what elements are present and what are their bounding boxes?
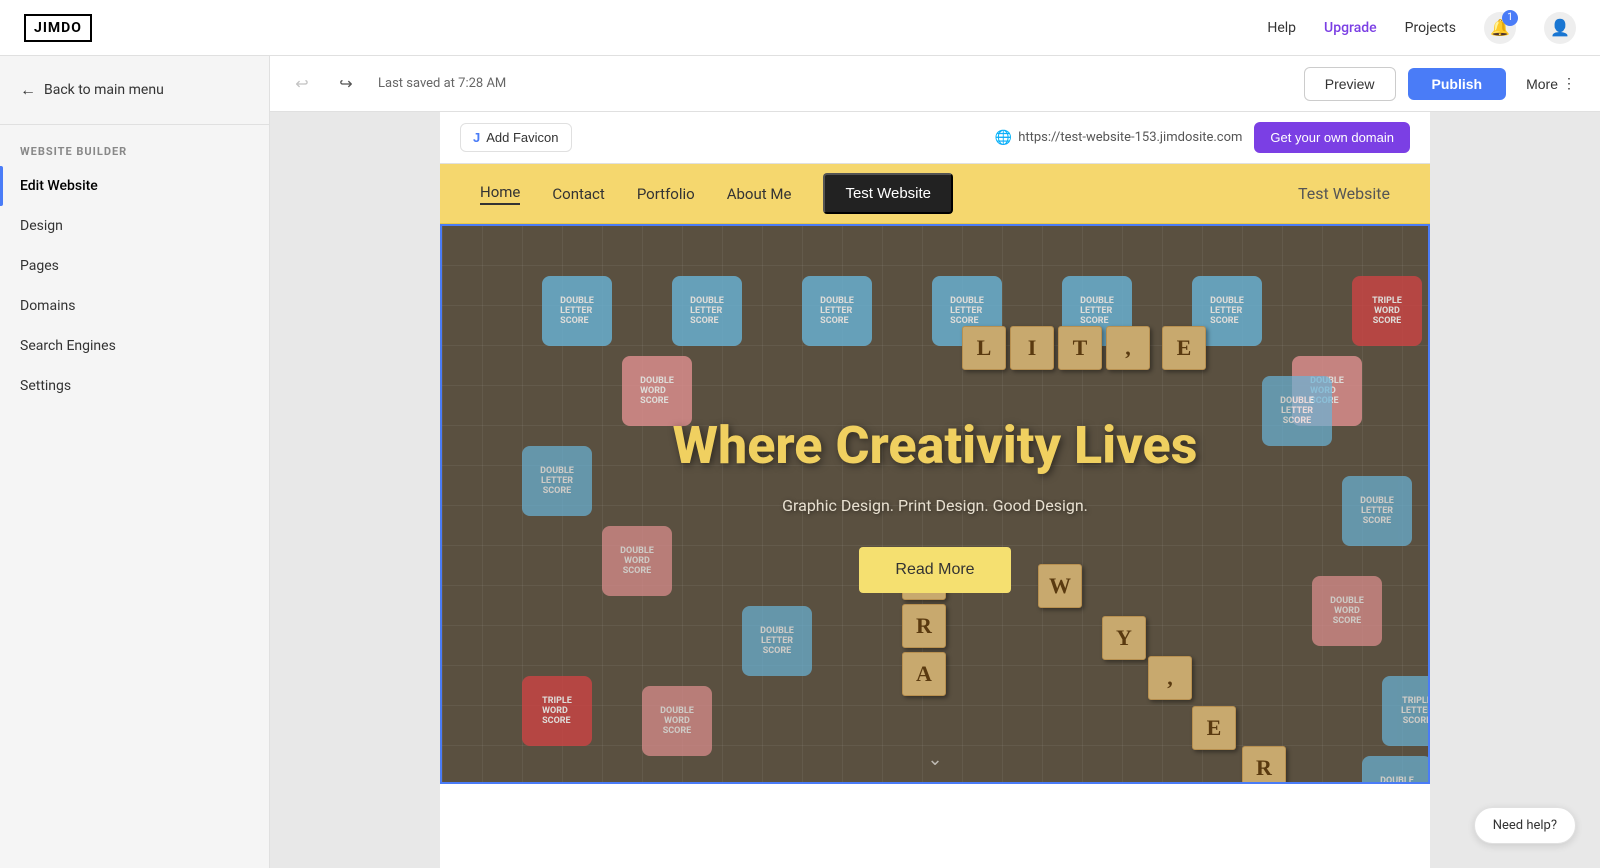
site-nav-contact[interactable]: Contact: [552, 185, 604, 203]
get-domain-button[interactable]: Get your own domain: [1254, 122, 1410, 153]
upgrade-link[interactable]: Upgrade: [1324, 20, 1377, 36]
add-favicon-button[interactable]: J Add Favicon: [460, 123, 572, 152]
notification-badge: 1: [1502, 10, 1518, 26]
sidebar: ← Back to main menu WEBSITE BUILDER Edit…: [0, 56, 270, 868]
sidebar-item-edit-website[interactable]: Edit Website: [0, 166, 269, 206]
top-nav: Help Upgrade Projects 🔔 1 👤: [1267, 12, 1576, 44]
back-arrow-icon: ←: [20, 80, 36, 100]
jimdo-logo: JIMDO: [24, 14, 92, 42]
tile-double-word-4: DOUBLEWORDSCORE: [642, 686, 712, 756]
sidebar-item-settings[interactable]: Settings: [0, 366, 269, 406]
jimdo-j-icon: J: [473, 130, 480, 145]
projects-link[interactable]: Projects: [1405, 20, 1456, 36]
tile-triple-word-2: TRIPLEWORDSCORE: [1352, 276, 1422, 346]
site-brand-title: Test Website: [1298, 184, 1390, 203]
sidebar-item-search-engines[interactable]: Search Engines: [0, 326, 269, 366]
tile-double-letter-1: DOUBLELETTERSCORE: [542, 276, 612, 346]
site-nav-links: Home Contact Portfolio About Me Test Web…: [480, 173, 953, 214]
tile-double-letter-11: DOUBLELETTERSCORE: [1362, 756, 1428, 782]
hero-title: Where Creativity Lives: [673, 415, 1198, 476]
tile-double-letter-9: DOUBLELETTERSCORE: [1262, 376, 1332, 446]
site-nav-home[interactable]: Home: [480, 183, 520, 205]
publish-button[interactable]: Publish: [1408, 68, 1507, 100]
top-header: JIMDO Help Upgrade Projects 🔔 1 👤: [0, 0, 1600, 56]
help-link[interactable]: Help: [1267, 20, 1296, 36]
redo-button[interactable]: ↪: [330, 68, 362, 100]
sidebar-section-label: WEBSITE BUILDER: [0, 125, 269, 166]
back-label: Back to main menu: [44, 82, 164, 98]
hero-read-more-button[interactable]: Read More: [859, 547, 1010, 593]
more-button[interactable]: More ⋮: [1518, 67, 1584, 100]
main-layout: ← Back to main menu WEBSITE BUILDER Edit…: [0, 56, 1600, 868]
globe-icon: 🌐: [995, 130, 1012, 146]
sidebar-item-design[interactable]: Design: [0, 206, 269, 246]
scroll-indicator: ⌄: [927, 749, 942, 770]
saved-status: Last saved at 7:28 AM: [378, 76, 1292, 91]
hero-section[interactable]: 👁 🏷 ⧉ ⋮ DOUBLELETTERSCORE DOUBLELETTERSC…: [440, 224, 1430, 784]
notifications-button[interactable]: 🔔 1: [1484, 12, 1516, 44]
hero-content: Where Creativity Lives Graphic Design. P…: [633, 355, 1238, 653]
tile-double-letter-10: DOUBLELETTERSCORE: [1342, 476, 1412, 546]
domain-url: 🌐 https://test-website-153.jimdosite.com: [995, 130, 1243, 146]
tile-triple-letter-1: TRIPLELETTERSCORE: [1382, 676, 1428, 746]
editor-area: ↩ ↪ Last saved at 7:28 AM Preview Publis…: [270, 56, 1600, 868]
need-help-button[interactable]: Need help?: [1474, 807, 1576, 844]
site-nav-cta-button[interactable]: Test Website: [823, 173, 953, 214]
tile-triple-word-1: TRIPLEWORDSCORE: [522, 676, 592, 746]
hero-subtitle: Graphic Design. Print Design. Good Desig…: [673, 496, 1198, 515]
sidebar-item-pages[interactable]: Pages: [0, 246, 269, 286]
website-frame: J Add Favicon 🌐 https://test-website-153…: [440, 112, 1430, 868]
more-icon: ⋮: [1562, 75, 1576, 92]
site-nav: Home Contact Portfolio About Me Test Web…: [440, 164, 1430, 224]
site-nav-portfolio[interactable]: Portfolio: [637, 185, 695, 203]
letter-tile-a2: A: [902, 652, 946, 696]
preview-button[interactable]: Preview: [1304, 67, 1396, 101]
tile-double-letter-7: DOUBLELETTERSCORE: [522, 446, 592, 516]
domain-right: 🌐 https://test-website-153.jimdosite.com…: [995, 122, 1410, 153]
undo-button[interactable]: ↩: [286, 68, 318, 100]
tile-double-letter-2: DOUBLELETTERSCORE: [672, 276, 742, 346]
tile-double-word-5: DOUBLEWORDSCORE: [1312, 576, 1382, 646]
editor-toolbar: ↩ ↪ Last saved at 7:28 AM Preview Publis…: [270, 56, 1600, 112]
site-nav-about[interactable]: About Me: [727, 185, 792, 203]
domain-bar: J Add Favicon 🌐 https://test-website-153…: [440, 112, 1430, 164]
user-avatar[interactable]: 👤: [1544, 12, 1576, 44]
back-to-main-menu-button[interactable]: ← Back to main menu: [0, 56, 269, 125]
letter-tile-comma2: ,: [1148, 656, 1192, 700]
letter-tile-r3: R: [1242, 746, 1286, 782]
sidebar-item-domains[interactable]: Domains: [0, 286, 269, 326]
preview-area: J Add Favicon 🌐 https://test-website-153…: [270, 112, 1600, 868]
tile-double-letter-3: DOUBLELETTERSCORE: [802, 276, 872, 346]
letter-tile-e2: E: [1192, 706, 1236, 750]
